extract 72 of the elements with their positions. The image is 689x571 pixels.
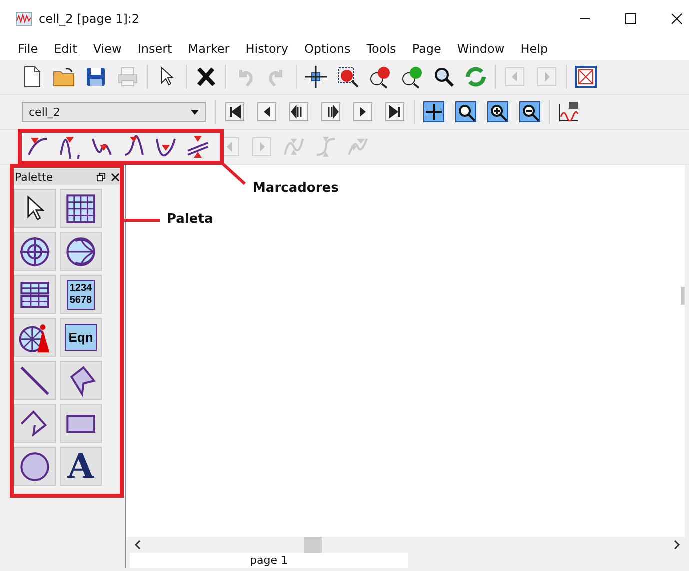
caret-icon <box>191 110 199 114</box>
scroll-thumb[interactable] <box>304 537 322 553</box>
last-icon <box>383 100 407 124</box>
next-icon <box>351 100 375 124</box>
polyline-tool[interactable] <box>14 404 56 443</box>
search-icon <box>432 65 456 89</box>
move-arrows-icon <box>304 65 328 89</box>
crosshair-icon <box>19 236 51 268</box>
menu-item[interactable]: View <box>93 42 122 56</box>
crosshair-tool[interactable] <box>14 232 56 271</box>
pointer-tool[interactable] <box>14 189 56 228</box>
smith-chart-icon <box>65 236 97 268</box>
chart-export-icon <box>557 100 581 124</box>
refresh-icon <box>464 65 488 89</box>
menu-item[interactable]: Insert <box>138 42 172 56</box>
folder-icon <box>52 65 76 89</box>
grid-zoom-in-icon <box>486 100 510 124</box>
grid-zoom-out-icon <box>518 100 542 124</box>
menu-item[interactable]: Tools <box>366 42 396 56</box>
circle-icon <box>19 450 51 482</box>
equation-tool[interactable]: Eqn <box>60 318 102 357</box>
lines-marker-icon <box>186 135 210 159</box>
grid-move-icon <box>422 100 446 124</box>
menu-item[interactable]: File <box>18 42 38 56</box>
menu-item[interactable]: Edit <box>54 42 78 56</box>
window-title: cell_2 [page 1]:2 <box>39 12 140 26</box>
palette-title: Palette <box>15 170 54 184</box>
menu-item[interactable]: History <box>246 42 288 56</box>
close-icon[interactable] <box>111 172 120 182</box>
scroll-thumb[interactable] <box>681 287 685 305</box>
polygon-tool[interactable] <box>60 361 102 400</box>
circle-tool[interactable] <box>14 447 56 486</box>
annotation-label: Paleta <box>167 212 214 227</box>
menu-item[interactable]: Help <box>520 42 548 56</box>
zoom-in-icon <box>368 65 392 89</box>
grid-table-icon <box>65 192 97 224</box>
rectangle-tool[interactable] <box>60 404 102 443</box>
page-tab[interactable]: page 1 <box>130 553 408 568</box>
menu-item[interactable]: Options <box>304 42 351 56</box>
grid-table-tool[interactable] <box>60 189 102 228</box>
scroll-right-icon[interactable] <box>673 540 681 550</box>
scroll-left-icon[interactable] <box>134 540 142 550</box>
first-icon <box>223 100 247 124</box>
menu-item[interactable]: Page <box>412 42 442 56</box>
leader-line <box>222 163 246 185</box>
restore-icon[interactable] <box>97 172 106 182</box>
zoom-rect-icon <box>336 65 360 89</box>
maximize-icon[interactable] <box>625 13 637 25</box>
polar-antenna-tool[interactable] <box>14 318 56 357</box>
step-forward-icon <box>319 100 343 124</box>
app-chart-icon <box>16 12 32 26</box>
grid-search-icon <box>454 100 478 124</box>
numbers-tool[interactable]: 1234 5678 <box>60 275 102 314</box>
menu-item[interactable]: Window <box>457 42 505 56</box>
line-icon <box>19 364 51 396</box>
close-icon[interactable] <box>671 13 683 25</box>
previous-icon <box>255 100 279 124</box>
split-table-tool[interactable] <box>14 275 56 314</box>
slope-curve-icon <box>314 135 338 159</box>
zoom-out-icon <box>400 65 424 89</box>
printer-icon <box>116 65 140 89</box>
text-tool[interactable]: A <box>60 447 102 486</box>
line-tool[interactable] <box>14 361 56 400</box>
peak-marker-icon <box>58 135 82 159</box>
smith-chart-tool[interactable] <box>60 232 102 271</box>
crossed-box-icon <box>574 65 598 89</box>
polar-antenna-icon <box>19 322 51 354</box>
step-back-icon <box>287 100 311 124</box>
annotation-label: Marcadores <box>253 181 339 196</box>
cell-dropdown[interactable]: cell_2 <box>22 102 206 122</box>
bell-marker-icon <box>122 135 146 159</box>
menu-item[interactable]: Marker <box>188 42 230 56</box>
